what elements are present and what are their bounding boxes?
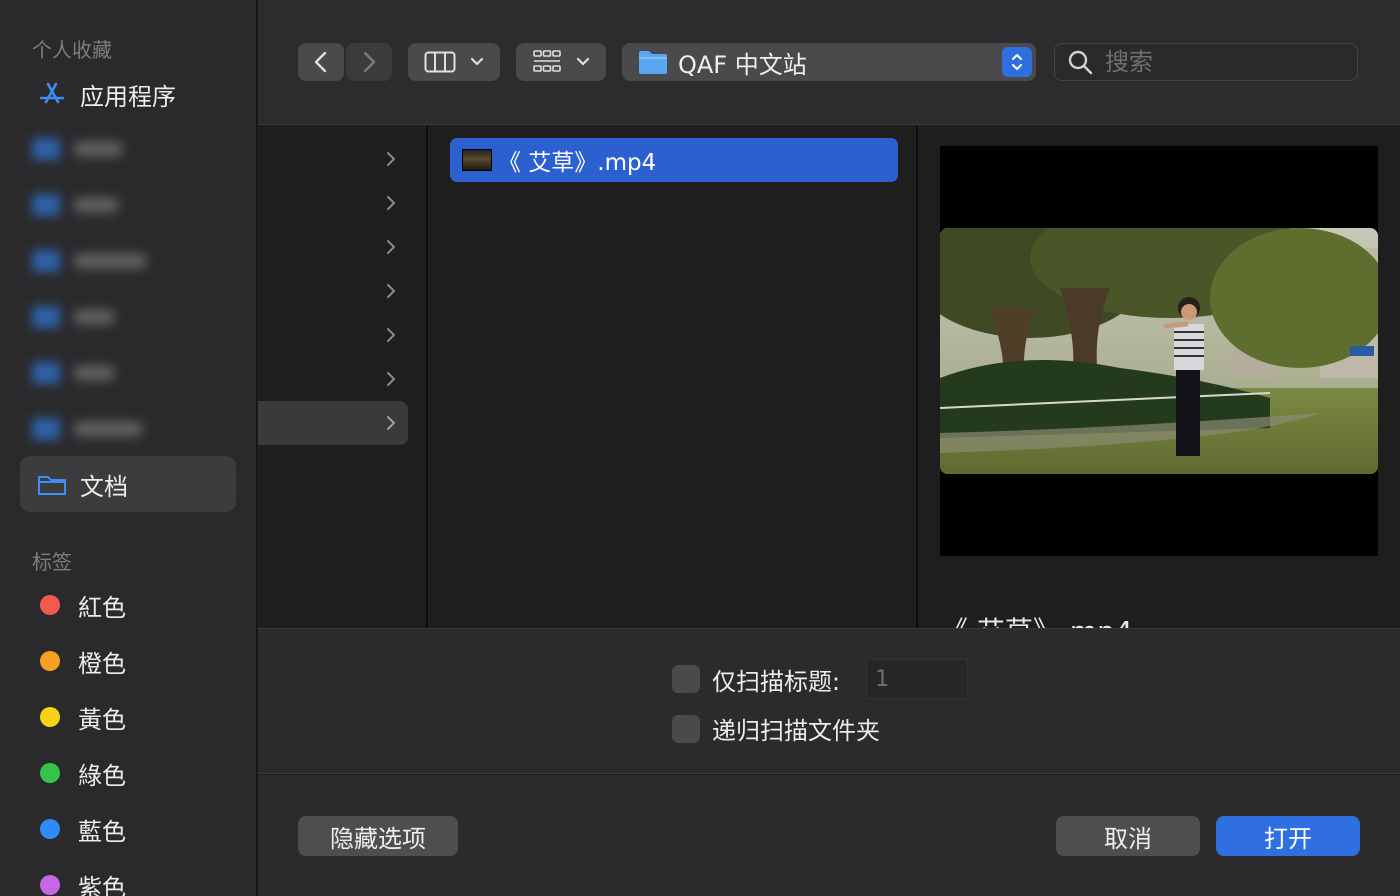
preview-file-name: 《 艾草》.mp4: [940, 610, 1133, 628]
folder-row[interactable]: [258, 137, 408, 181]
scan-titles-checkbox[interactable]: [672, 665, 700, 693]
sidebar-tag-red[interactable]: 紅色: [20, 577, 236, 633]
file-column: 《 艾草》.mp4: [430, 126, 918, 628]
folder-icon: [36, 468, 68, 500]
chevron-right-icon: [387, 372, 396, 386]
grid-icon: [533, 50, 561, 72]
folder-row-selected[interactable]: [258, 401, 408, 445]
sidebar-tag-orange[interactable]: 橙色: [20, 633, 236, 689]
chevron-right-icon: [387, 240, 396, 254]
folder-row[interactable]: [258, 181, 408, 225]
tag-label: 黃色: [78, 705, 126, 734]
app-store-icon: [36, 78, 68, 110]
toolbar: QAF 中文站: [258, 0, 1400, 125]
folder-row[interactable]: [258, 313, 408, 357]
video-preview[interactable]: [940, 146, 1378, 556]
sidebar-item-blurred[interactable]: [32, 358, 114, 388]
search-input[interactable]: [1105, 48, 1335, 76]
sidebar-tag-yellow[interactable]: 黃色: [20, 689, 236, 745]
chevron-down-icon: [470, 57, 484, 66]
search-icon: [1068, 50, 1093, 75]
recursive-option: 递归扫描文件夹: [672, 711, 880, 746]
group-button[interactable]: [516, 43, 606, 81]
video-thumbnail: [462, 149, 492, 171]
orange-dot-icon: [40, 651, 60, 671]
sidebar-item-blurred[interactable]: [32, 414, 142, 444]
columns-icon: [424, 51, 456, 73]
open-button[interactable]: 打开: [1216, 816, 1360, 856]
chevron-right-icon: [363, 51, 376, 73]
yellow-dot-icon: [40, 707, 60, 727]
chevron-down-icon: [576, 57, 590, 66]
folder-path-popup[interactable]: QAF 中文站: [622, 43, 1036, 81]
purple-dot-icon: [40, 875, 60, 895]
red-dot-icon: [40, 595, 60, 615]
blue-dot-icon: [40, 819, 60, 839]
scan-titles-count-field[interactable]: [866, 659, 969, 699]
parent-column: [258, 126, 428, 628]
sidebar-item-applications[interactable]: 应用程序: [20, 66, 236, 122]
folder-row[interactable]: [258, 357, 408, 401]
sidebar: 个人收藏 应用程序 文档 标签 紅色 橙色 黃色 綠色 藍色 紫色: [0, 0, 257, 896]
recursive-scan-label: 递归扫描文件夹: [712, 717, 880, 745]
back-button[interactable]: [298, 43, 344, 81]
folder-icon: [639, 51, 667, 74]
tags-header: 标签: [32, 550, 72, 574]
sidebar-item-label: 应用程序: [80, 82, 176, 111]
tag-label: 紫色: [78, 873, 126, 896]
chevron-right-icon: [387, 196, 396, 210]
chevron-right-icon: [387, 416, 396, 430]
tag-label: 綠色: [78, 761, 126, 790]
chevron-right-icon: [387, 328, 396, 342]
hide-options-button[interactable]: 隐藏选项: [298, 816, 458, 856]
up-down-chevron-icon: [1002, 47, 1032, 77]
folder-row[interactable]: [258, 225, 408, 269]
current-folder-label: QAF 中文站: [678, 50, 807, 79]
cancel-button[interactable]: 取消: [1056, 816, 1200, 856]
chevron-right-icon: [387, 284, 396, 298]
tag-label: 紅色: [78, 593, 126, 622]
sidebar-item-blurred[interactable]: [32, 246, 146, 276]
chevron-right-icon: [387, 152, 396, 166]
preview-pane: 《 艾草》.mp4: [920, 126, 1400, 628]
favorites-header: 个人收藏: [32, 38, 112, 62]
sidebar-tag-blue[interactable]: 藍色: [20, 801, 236, 857]
scan-titles-option: 仅扫描标题:: [672, 659, 969, 699]
sidebar-tag-purple[interactable]: 紫色: [20, 857, 236, 896]
scan-titles-label: 仅扫描标题:: [712, 667, 841, 696]
forward-button[interactable]: [346, 43, 392, 81]
sidebar-tag-green[interactable]: 綠色: [20, 745, 236, 801]
sidebar-item-blurred[interactable]: [32, 190, 118, 220]
tag-label: 藍色: [78, 817, 126, 846]
view-mode-button[interactable]: [408, 43, 500, 81]
chevron-left-icon: [314, 51, 327, 73]
search-field[interactable]: [1054, 43, 1358, 81]
recursive-scan-checkbox[interactable]: [672, 714, 700, 743]
sidebar-item-documents[interactable]: 文档: [20, 456, 236, 512]
file-name: 《 艾草》.mp4: [498, 150, 657, 176]
file-row-selected[interactable]: 《 艾草》.mp4: [450, 138, 898, 182]
dialog-footer: 隐藏选项 取消 打开: [258, 775, 1400, 896]
video-frame-image: [940, 228, 1378, 474]
green-dot-icon: [40, 763, 60, 783]
sidebar-item-label: 文档: [80, 472, 128, 501]
sidebar-item-blurred[interactable]: [32, 134, 122, 164]
folder-row[interactable]: [258, 269, 408, 313]
sidebar-item-blurred[interactable]: [32, 302, 114, 332]
options-panel: 仅扫描标题: 递归扫描文件夹: [258, 628, 1400, 774]
tag-label: 橙色: [78, 649, 126, 678]
